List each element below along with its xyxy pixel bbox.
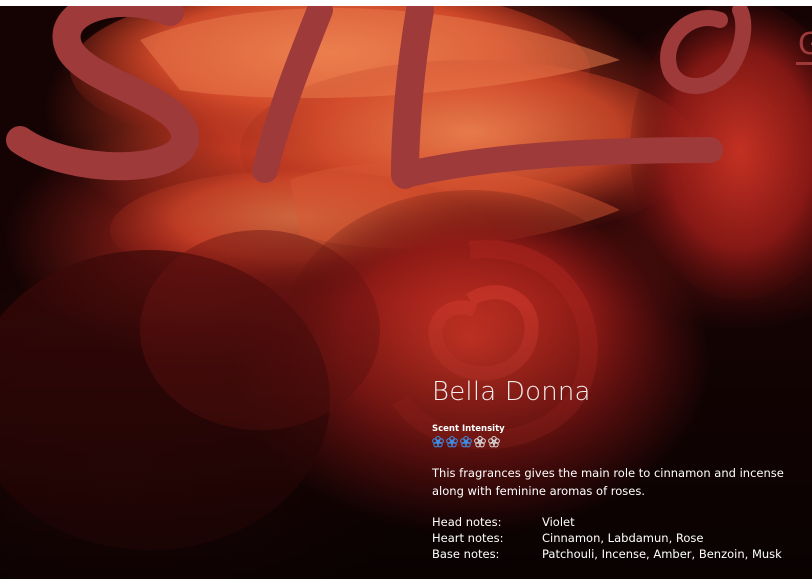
top-border [0, 0, 812, 6]
note-row-heart: Heart notes: Cinnamon, Labdamun, Rose [432, 530, 812, 546]
note-value: Patchouli, Incense, Amber, Benzoin, Musk [542, 547, 782, 561]
scent-intensity-label: Scent Intensity [432, 424, 505, 434]
script-underline-fragment [796, 62, 812, 65]
script-letter-fragment: G [798, 27, 812, 62]
note-value: Cinnamon, Labdamun, Rose [542, 531, 704, 545]
intensity-flower-filled-icon [446, 436, 458, 448]
scent-intensity-rating [432, 436, 812, 448]
note-row-base: Base notes: Patchouli, Incense, Amber, B… [432, 546, 812, 562]
intensity-flower-filled-icon [460, 436, 472, 448]
intensity-flower-filled-icon [432, 436, 444, 448]
intensity-flower-empty-icon [488, 436, 500, 448]
note-key: Heart notes: [432, 531, 504, 545]
note-key: Head notes: [432, 515, 502, 529]
note-row-head: Head notes: Violet [432, 514, 812, 530]
product-description: This fragrances gives the main role to c… [432, 466, 784, 498]
note-key: Base notes: [432, 547, 500, 561]
intensity-flower-empty-icon [474, 436, 486, 448]
fragrance-notes: Head notes: Violet Heart notes: Cinnamon… [432, 514, 812, 562]
product-info-panel: Bella Donna Scent Intensity This fragran… [432, 376, 812, 562]
product-name: Bella Donna [432, 377, 591, 407]
note-value: Violet [542, 515, 575, 529]
